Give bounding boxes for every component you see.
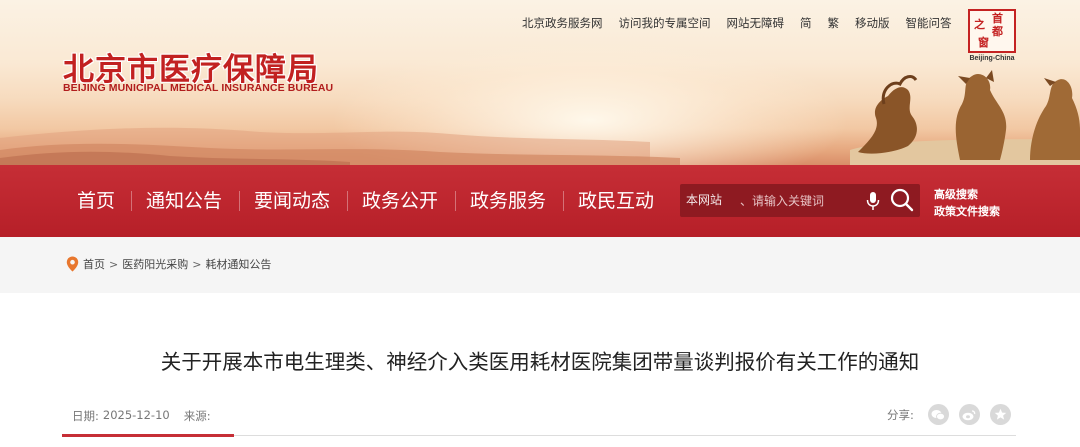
- capital-window-seal-logo[interactable]: 首 都 之 窗 Beijing-China: [968, 9, 1016, 62]
- nav-divider: [131, 191, 132, 211]
- wechat-icon: [931, 409, 946, 420]
- header-banner: 北京政务服务网 访问我的专属空间 网站无障碍 简 繁 移动版 智能问答 北京市医…: [0, 0, 1080, 165]
- favorite-icon: [994, 408, 1007, 420]
- seal-char: 窗: [978, 36, 989, 49]
- top-link-my-space[interactable]: 访问我的专属空间: [619, 15, 711, 31]
- share-favorite-button[interactable]: [989, 404, 1011, 425]
- seal-char: 首: [992, 12, 1003, 25]
- source-label: 来源:: [183, 409, 211, 423]
- nav-item-gov-disclosure[interactable]: 政务公开: [362, 165, 438, 237]
- date-label: 日期:: [72, 409, 99, 423]
- microphone-icon[interactable]: [866, 191, 880, 211]
- breadcrumb-home[interactable]: 首页: [83, 256, 105, 272]
- top-link-mobile[interactable]: 移动版: [855, 15, 890, 31]
- seal-frame: 首 都 之 窗: [968, 9, 1016, 53]
- breadcrumb-separator: >: [192, 257, 202, 271]
- nav-divider: [563, 191, 564, 211]
- top-link-beijing-gov-service[interactable]: 北京政务服务网: [522, 15, 603, 31]
- search-scope-label[interactable]: 本网站: [686, 184, 722, 217]
- location-pin-icon: [66, 256, 79, 272]
- top-link-accessibility[interactable]: 网站无障碍: [727, 15, 785, 31]
- top-links: 北京政务服务网 访问我的专属空间 网站无障碍 简 繁 移动版 智能问答: [522, 15, 968, 31]
- meta-divider-accent: [62, 434, 234, 437]
- share-wechat-button[interactable]: [927, 404, 949, 425]
- nav-divider: [455, 191, 456, 211]
- breadcrumb: 首页 > 医药阳光采购 > 耗材通知公告: [66, 256, 271, 272]
- article-title: 关于开展本市电生理类、神经介入类医用耗材医院集团带量谈判报价有关工作的通知: [160, 350, 920, 374]
- top-link-traditional[interactable]: 繁: [828, 15, 840, 31]
- search-icon[interactable]: [889, 187, 915, 213]
- date-value: 2025-12-10: [102, 408, 170, 422]
- article-meta: 日期: 2025-12-10 来源:: [72, 408, 229, 424]
- nav-divider: [347, 191, 348, 211]
- search-box: 本网站: [680, 184, 920, 217]
- nav-item-news[interactable]: 要闻动态: [254, 165, 330, 237]
- seal-char: 都: [992, 25, 1003, 38]
- nav-item-notices[interactable]: 通知公告: [146, 165, 222, 237]
- top-link-smart-qa[interactable]: 智能问答: [906, 15, 952, 31]
- site-logo-subtitle: BEIJING MUNICIPAL MEDICAL INSURANCE BURE…: [63, 82, 334, 94]
- share-bar: 分享:: [887, 404, 1011, 425]
- seal-char: 之: [974, 18, 985, 31]
- breadcrumb-separator: >: [109, 257, 119, 271]
- top-link-simplified[interactable]: 简: [800, 15, 812, 31]
- nav-item-gov-services[interactable]: 政务服务: [470, 165, 546, 237]
- weibo-icon: [962, 409, 976, 420]
- nav-item-home[interactable]: 首页: [77, 165, 115, 237]
- breadcrumb-sunshine-procurement[interactable]: 医药阳光采购: [122, 256, 188, 272]
- share-weibo-button[interactable]: [958, 404, 980, 425]
- seal-caption: Beijing-China: [969, 55, 1015, 62]
- breadcrumb-consumables-notices[interactable]: 耗材通知公告: [205, 256, 271, 272]
- advanced-search-link[interactable]: 高级搜索: [934, 186, 1000, 203]
- advanced-search-links: 高级搜索 政策文件搜索: [934, 186, 1000, 220]
- bronze-sculpture-illustration: [850, 70, 1080, 165]
- policy-search-link[interactable]: 政策文件搜索: [934, 203, 1000, 220]
- share-label: 分享:: [887, 407, 914, 422]
- nav-item-interaction[interactable]: 政民互动: [578, 165, 654, 237]
- nav-divider: [239, 191, 240, 211]
